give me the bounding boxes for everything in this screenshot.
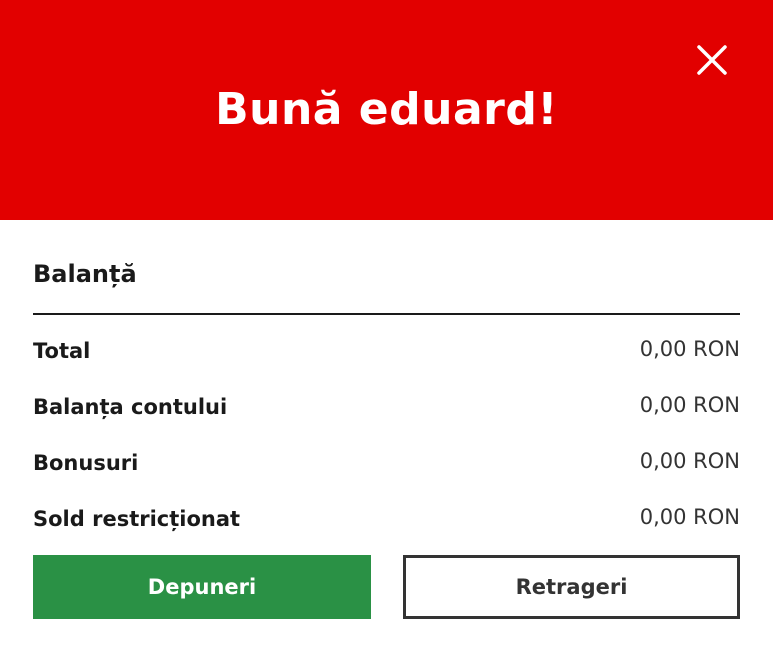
modal-header: Bună eduard!	[0, 0, 773, 220]
account-modal: Bună eduard! Balanță Total 0,00 RON Bala…	[0, 0, 773, 645]
balance-row-restricted: Sold restricționat 0,00 RON	[33, 504, 740, 534]
row-value: 0,00 RON	[639, 505, 740, 529]
balance-row-bonuses: Bonusuri 0,00 RON	[33, 448, 740, 478]
close-icon	[697, 45, 727, 75]
row-value: 0,00 RON	[639, 449, 740, 473]
row-value: 0,00 RON	[639, 337, 740, 361]
withdraw-button[interactable]: Retrageri	[403, 555, 740, 619]
balance-section-title: Balanță	[33, 260, 137, 288]
row-label: Total	[33, 339, 91, 363]
divider	[33, 313, 740, 315]
balance-row-account: Balanța contului 0,00 RON	[33, 392, 740, 422]
row-value: 0,00 RON	[639, 393, 740, 417]
close-button[interactable]	[690, 38, 734, 82]
row-label: Balanța contului	[33, 395, 228, 419]
balance-row-total: Total 0,00 RON	[33, 336, 740, 366]
deposit-button[interactable]: Depuneri	[33, 555, 371, 619]
row-label: Sold restricționat	[33, 507, 241, 531]
row-label: Bonusuri	[33, 451, 139, 475]
greeting-title: Bună eduard!	[215, 84, 558, 135]
